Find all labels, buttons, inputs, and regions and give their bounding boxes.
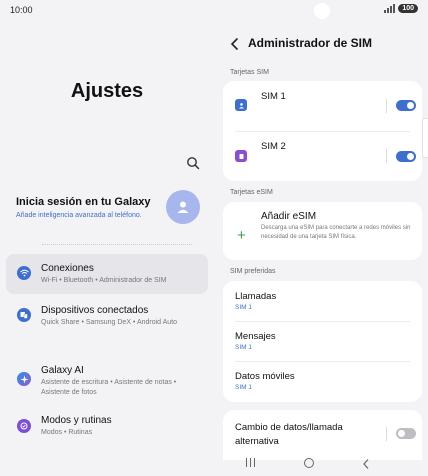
section-label: Tarjetas SIM [230, 69, 269, 76]
account-signin[interactable]: Inicia sesión en tu Galaxy Añade intelig… [16, 188, 206, 236]
separator [386, 99, 387, 113]
preferred-sim-list: Llamadas SIM 1 Mensajes SIM 1 Datos móvi… [223, 281, 422, 402]
menu-item-modos[interactable]: Modos y rutinas Modos • Rutinas [6, 408, 208, 448]
esim-description: Descarga una eSIM para conectarte a rede… [261, 225, 411, 240]
nav-back-icon[interactable] [362, 457, 372, 469]
sim-label: SIM 2 [261, 141, 286, 152]
sim1-row[interactable]: SIM 1 [223, 81, 422, 131]
sim1-toggle[interactable] [396, 100, 416, 111]
menu-sub: Asistente de escritura • Asistente de no… [41, 379, 177, 396]
sim2-icon [235, 150, 247, 162]
pref-label: Mensajes [235, 331, 276, 342]
sim2-toggle[interactable] [396, 151, 416, 162]
page-title: Administrador de SIM [248, 36, 373, 50]
menu-label: Conexiones [41, 263, 94, 274]
data-switch-toggle[interactable] [396, 428, 416, 439]
section-label: Tarjetas eSIM [230, 189, 273, 196]
home-icon[interactable] [304, 458, 314, 468]
sim-card-list: SIM 1 SIM 2 [223, 81, 422, 181]
search-icon[interactable] [186, 156, 202, 172]
pref-messages-row[interactable]: Mensajes SIM 1 [223, 321, 422, 361]
navigation-bar [214, 452, 428, 476]
switch-label: Cambio de datos/llamada alternativa [235, 422, 343, 447]
sim2-row[interactable]: SIM 2 [223, 131, 422, 181]
add-esim-button[interactable]: + Añadir eSIM Descarga una eSIM para con… [223, 202, 422, 260]
pref-data-row[interactable]: Datos móviles SIM 1 [223, 361, 422, 402]
recents-icon[interactable] [246, 458, 255, 467]
sim-manager-pane: Administrador de SIM Tarjetas SIM SIM 1 … [214, 0, 428, 476]
scroll-handle[interactable] [422, 118, 428, 158]
pref-value: SIM 1 [235, 304, 252, 311]
avatar-icon [166, 190, 200, 224]
devices-icon [17, 308, 31, 322]
separator [386, 427, 387, 441]
section-label: SIM preferidas [230, 268, 276, 275]
pref-calls-row[interactable]: Llamadas SIM 1 [223, 281, 422, 321]
pref-value: SIM 1 [235, 344, 252, 351]
pref-value: SIM 1 [235, 384, 252, 391]
modes-icon [17, 419, 31, 433]
account-title: Inicia sesión en tu Galaxy [16, 196, 151, 208]
menu-item-conexiones[interactable]: Conexiones Wi-Fi • Bluetooth • Administr… [6, 254, 208, 294]
menu-label: Galaxy AI [41, 365, 84, 376]
menu-item-galaxy-ai[interactable]: Galaxy AI Asistente de escritura • Asist… [6, 358, 208, 398]
sim-label: SIM 1 [261, 91, 286, 102]
wifi-icon [17, 266, 31, 280]
sim1-icon [235, 99, 247, 111]
galaxy-ai-icon [17, 372, 31, 386]
menu-label: Dispositivos conectados [41, 305, 149, 316]
menu-sub: Quick Share • Samsung DeX • Android Auto [41, 319, 178, 326]
esim-title: Añadir eSIM [261, 211, 317, 222]
separator [386, 149, 387, 163]
account-subtitle: Añade inteligencia avanzada al teléfono. [16, 212, 142, 219]
pref-label: Llamadas [235, 291, 277, 302]
plus-icon: + [237, 227, 246, 244]
divider [42, 244, 192, 245]
menu-item-dispositivos[interactable]: Dispositivos conectados Quick Share • Sa… [6, 296, 208, 336]
menu-sub: Modos • Rutinas [41, 429, 93, 436]
pref-label: Datos móviles [235, 371, 295, 382]
menu-sub: Wi-Fi • Bluetooth • Administrador de SIM [41, 277, 167, 284]
settings-pane: Ajustes Inicia sesión en tu Galaxy Añade… [0, 0, 214, 476]
back-button[interactable] [230, 37, 240, 50]
page-title: Ajustes [70, 80, 144, 102]
menu-label: Modos y rutinas [41, 415, 112, 426]
